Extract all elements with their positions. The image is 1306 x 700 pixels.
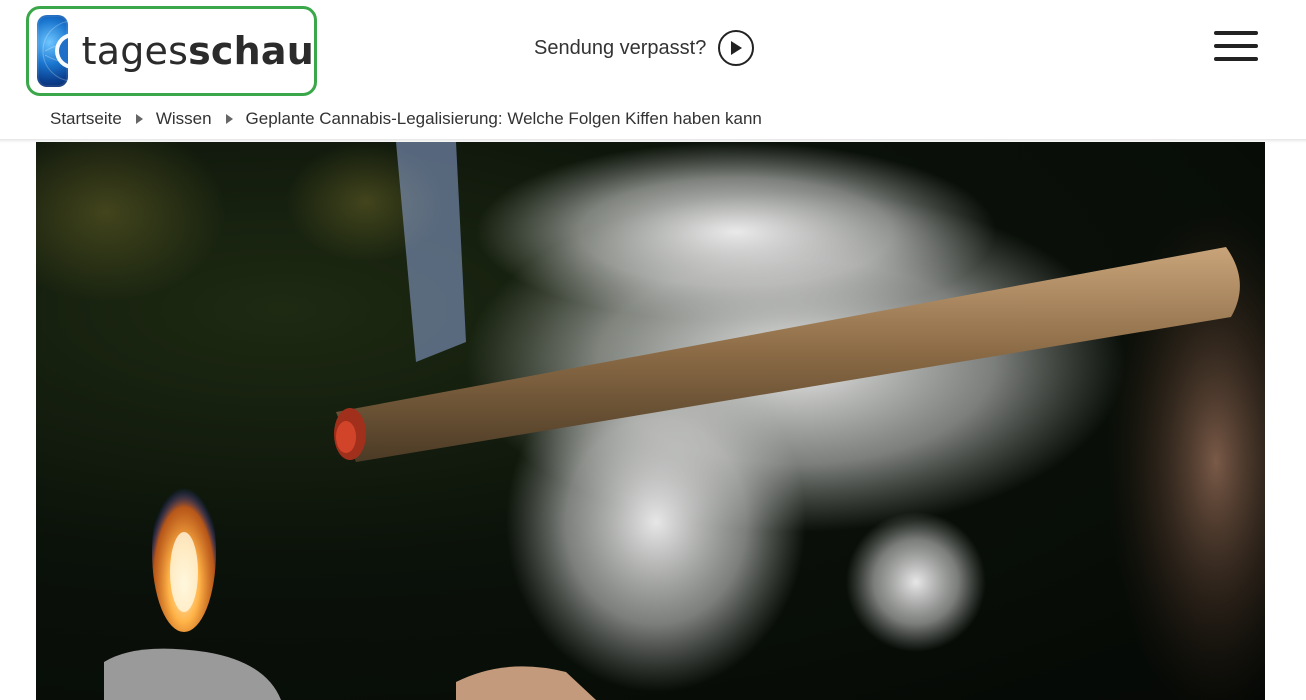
play-circle-icon [718,30,755,66]
logo-wordmark: tagesschau [82,29,314,73]
sendung-verpasst-label: Sendung verpasst? [534,36,707,59]
breadcrumb-current-page: Geplante Cannabis-Legalisierung: Welche … [245,109,762,128]
breadcrumb-wissen[interactable]: Wissen [156,109,212,129]
ard-1-logo-icon [37,15,68,87]
sendung-verpasst-link[interactable]: Sendung verpasst? [534,28,755,68]
tagesschau-logo-link[interactable]: tagesschau [26,6,317,96]
hamburger-menu-icon[interactable] [1214,31,1258,63]
breadcrumb-arrow-icon [135,114,143,124]
breadcrumb: Startseite Wissen Geplante Cannabis-Lega… [50,106,762,132]
site-header: tagesschau Sendung verpasst? [0,0,1306,96]
hero-image [36,142,1265,700]
logo-text-bold: schau [188,29,314,73]
breadcrumb-arrow-icon [225,114,233,124]
logo-text-light: tages [81,29,189,73]
breadcrumb-startseite[interactable]: Startseite [50,109,122,129]
